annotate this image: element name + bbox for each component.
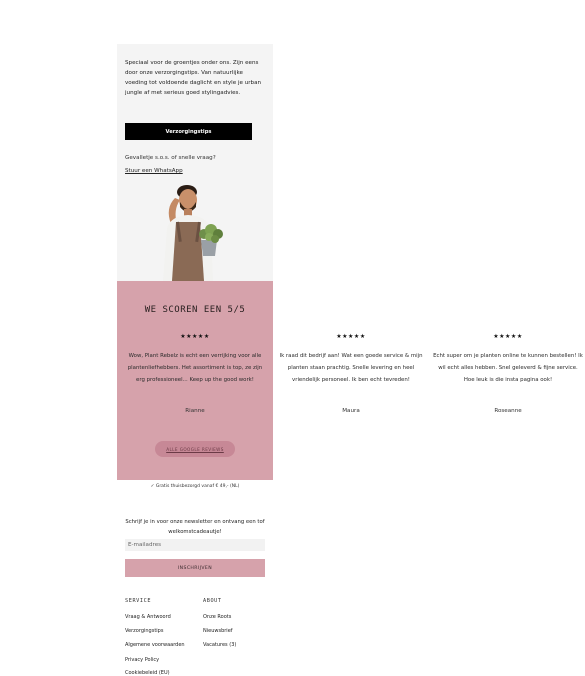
footer-service-title: SERVICE [125,598,152,604]
review-stars: ★★★★★ [336,333,366,340]
footer-link[interactable]: Nieuwsbrief [203,628,233,634]
review-text: Wow, Plant Rebelz is echt een verrijking… [127,353,263,383]
all-google-reviews-button[interactable]: ALLE GOOGLE REVIEWS [155,441,235,457]
care-intro-text: Speciaal voor de groentjes onder ons. Zi… [125,60,262,96]
newsletter-text: Schrijf je in voor onze newsletter en on… [125,519,265,535]
review-stars: ★★★★★ [493,333,523,340]
footer-link[interactable]: Cookiebeleid (EU) [125,670,170,676]
footer-link[interactable]: Vacatures (3) [203,642,236,648]
reviews-section: WE SCOREN EEN 5/5 ★★★★★ Wow, Plant Rebel… [117,281,273,480]
footer-link[interactable]: Onze Roots [203,614,231,620]
care-section: Speciaal voor de groentjes onder ons. Zi… [117,44,273,281]
care-tips-button[interactable]: Verzorgingstips [125,123,252,140]
whatsapp-link[interactable]: Stuur een WhatsApp [125,168,183,174]
review-stars: ★★★★★ [180,333,210,340]
footer-link[interactable]: Vraag & Antwoord [125,614,171,620]
thinking-man-with-plant-image [163,185,223,281]
review-text: Ik raad dit bedrijf aan! Wat een goede s… [279,353,423,383]
footer-link[interactable]: Privacy Policy [125,657,159,663]
footer-about-title: ABOUT [203,598,222,604]
shipping-notice: ✓ Gratis thuisbezorgd vanaf € 49,- (NL) [117,481,273,493]
sos-question: Gevalletje s.o.s. of snelle vraag? [125,155,216,161]
review-author: Roseanne [494,408,522,414]
footer-link[interactable]: Verzorgingstips [125,628,163,634]
reviews-title: WE SCOREN EEN 5/5 [144,305,246,315]
review-author: Rianne [185,408,205,414]
footer-link[interactable]: Algemene voorwaarden [125,642,185,648]
subscribe-button[interactable]: INSCHRIJVEN [125,559,265,577]
review-text: Echt super om je planten online te kunne… [433,353,583,383]
shipping-text: Gratis thuisbezorgd vanaf € 49,- (NL) [155,484,240,489]
review-author: Maura [342,408,360,414]
email-field[interactable] [125,539,265,551]
